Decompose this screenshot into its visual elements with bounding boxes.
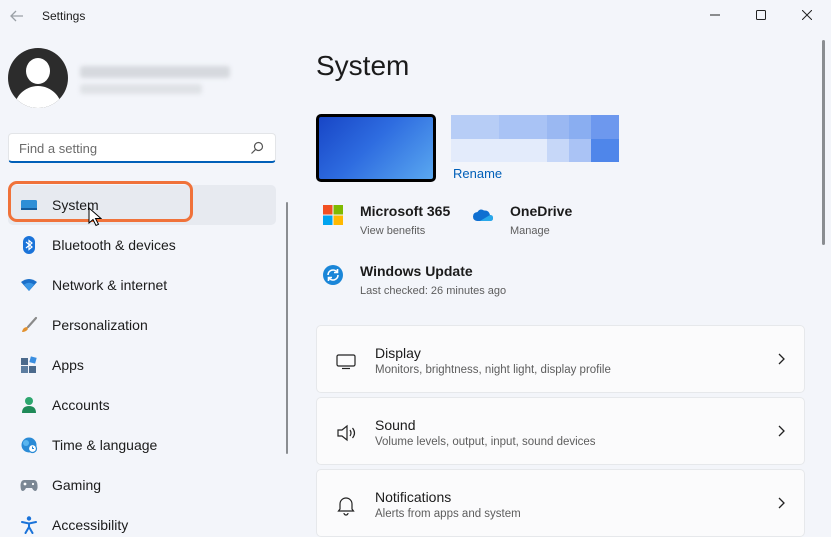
card-title: Display (375, 345, 421, 361)
bluetooth-icon (20, 236, 38, 254)
tile-subtitle: Last checked: 26 minutes ago (360, 285, 507, 297)
rename-link[interactable]: Rename (453, 166, 502, 181)
sidebar-item-apps[interactable]: Apps (8, 345, 276, 385)
wallpaper-preview (319, 117, 433, 179)
minimize-button[interactable] (692, 0, 738, 30)
avatar[interactable] (8, 48, 68, 108)
chevron-right-icon (778, 425, 785, 437)
page-title: System (316, 50, 410, 81)
close-icon (802, 10, 812, 20)
device-name-redacted (451, 115, 619, 162)
sidebar-scrollbar[interactable] (286, 202, 288, 454)
search-icon[interactable] (249, 140, 265, 156)
sidebar-item-label: Apps (52, 357, 84, 373)
microsoft-logo-icon (323, 205, 343, 225)
tile-title: Windows Update (360, 263, 473, 279)
tile-title: OneDrive (510, 203, 573, 219)
chevron-right-icon (778, 353, 785, 365)
globe-clock-icon (20, 436, 38, 454)
user-name-redacted (80, 66, 230, 78)
sidebar-item-gaming[interactable]: Gaming (8, 465, 276, 505)
close-button[interactable] (784, 0, 830, 30)
settings-card-display[interactable]: Display Monitors, brightness, night ligh… (316, 325, 805, 393)
card-subtitle: Monitors, brightness, night light, displ… (375, 364, 611, 376)
sidebar-item-label: Gaming (52, 477, 102, 493)
card-subtitle: Alerts from apps and system (375, 508, 521, 520)
app-title: Settings (42, 9, 86, 23)
minimize-icon (710, 14, 720, 16)
back-button[interactable] (6, 5, 28, 27)
card-title: Sound (375, 417, 416, 433)
maximize-icon (756, 10, 766, 20)
title-bar: Settings (0, 0, 831, 32)
search-box[interactable] (8, 133, 276, 163)
tile-windows-update[interactable]: Windows Update Last checked: 26 minutes … (322, 263, 506, 297)
maximize-button[interactable] (738, 0, 784, 30)
onedrive-cloud-icon (473, 209, 493, 221)
sidebar-item-bluetooth[interactable]: Bluetooth & devices (8, 225, 276, 265)
sidebar-item-label: Accessibility (52, 517, 129, 533)
sidebar-item-label: Bluetooth & devices (52, 237, 176, 253)
monitor-thumbnail (316, 114, 436, 182)
bell-icon (337, 497, 355, 516)
accessibility-icon (20, 516, 38, 534)
tile-title: Microsoft 365 (360, 203, 451, 219)
sidebar-nav: System Bluetooth & devices Network & int… (8, 185, 276, 537)
wifi-icon (20, 276, 38, 294)
sidebar-item-label: Accounts (52, 397, 110, 413)
display-icon (336, 354, 356, 370)
sidebar-item-system[interactable]: System (8, 185, 276, 225)
sidebar-item-network[interactable]: Network & internet (8, 265, 276, 305)
tile-subtitle: Manage (510, 225, 550, 237)
brush-icon (20, 316, 38, 334)
sidebar-item-accessibility[interactable]: Accessibility (8, 505, 276, 537)
main-scrollbar[interactable] (822, 40, 825, 245)
speaker-icon (337, 424, 356, 442)
apps-icon (20, 356, 38, 374)
back-arrow-icon (10, 10, 23, 22)
gamepad-icon (20, 476, 38, 494)
sidebar-item-time-language[interactable]: Time & language (8, 425, 276, 465)
sidebar-item-label: Network & internet (52, 277, 168, 293)
sidebar-item-accounts[interactable]: Accounts (8, 385, 276, 425)
sidebar-item-label: Personalization (52, 317, 148, 333)
tile-onedrive[interactable]: OneDrive Manage (472, 203, 572, 237)
tile-subtitle: View benefits (360, 225, 426, 237)
avatar-head-shape (26, 58, 50, 84)
user-email-redacted (80, 84, 202, 94)
avatar-body-shape (14, 86, 62, 108)
sidebar-item-label: Time & language (52, 437, 158, 453)
tile-microsoft-365[interactable]: Microsoft 365 View benefits (322, 203, 450, 237)
settings-card-sound[interactable]: Sound Volume levels, output, input, soun… (316, 397, 805, 465)
system-icon (20, 196, 38, 214)
settings-card-notifications[interactable]: Notifications Alerts from apps and syste… (316, 469, 805, 537)
card-subtitle: Volume levels, output, input, sound devi… (375, 436, 596, 448)
search-input[interactable] (19, 139, 239, 157)
chevron-right-icon (778, 497, 785, 509)
mouse-cursor-icon (88, 207, 102, 227)
sidebar-item-personalization[interactable]: Personalization (8, 305, 276, 345)
accounts-icon (20, 396, 38, 414)
update-sync-icon (323, 265, 343, 285)
card-title: Notifications (375, 489, 452, 505)
